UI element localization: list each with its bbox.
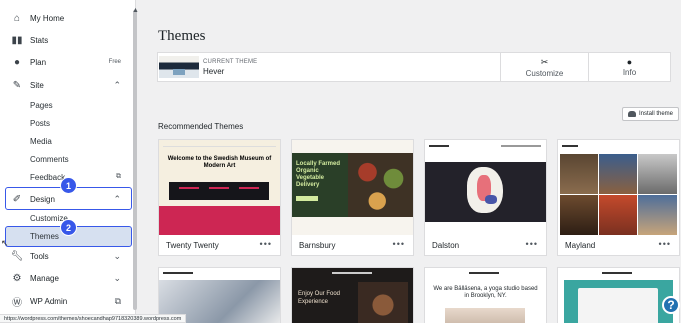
theme-name: Twenty Twenty <box>166 241 219 250</box>
info-button[interactable]: ● Info <box>588 53 670 81</box>
sidebar-item-label: Manage <box>30 273 59 283</box>
help-button[interactable]: ? <box>662 296 680 314</box>
wrench-icon: 🔧︎ <box>10 250 24 262</box>
sidebar-subitem-label: Themes <box>30 231 59 241</box>
current-theme-thumbnail <box>159 56 199 78</box>
plan-icon: ● <box>13 56 21 68</box>
status-bar-url: https://wordpress.com/themes/shoecandhap… <box>0 314 187 323</box>
more-options-icon[interactable]: ••• <box>526 239 538 249</box>
current-theme-caption: CURRENT THEME <box>203 58 258 65</box>
current-theme-bar: CURRENT THEME Hever ✂ Customize ● Info <box>157 52 671 82</box>
customize-label: Customize <box>525 68 564 78</box>
stats-icon: ▮▮ <box>11 34 23 46</box>
home-icon: ⌂ <box>13 12 21 24</box>
info-icon: ● <box>626 57 633 67</box>
pencil-icon: ✎ <box>12 79 22 91</box>
sidebar: ⌂ My Home ▮▮ Stats ● Plan Free ✎ Site ⌃ … <box>0 0 139 323</box>
sidebar-item-tools[interactable]: 🔧︎ Tools ⌄ <box>0 245 133 267</box>
theme-headline: Welcome to the Swedish Museum of Modern … <box>167 156 272 169</box>
theme-screenshot: Welcome to the Swedish Museum of Modern … <box>159 140 280 235</box>
page-title: Themes <box>158 28 206 44</box>
more-options-icon[interactable]: ••• <box>393 239 405 249</box>
sidebar-item-label: My Home <box>30 13 65 23</box>
theme-card-barnsbury[interactable]: Locally Farmed Organic Vegetable Deliver… <box>291 139 414 256</box>
sidebar-item-label: Site <box>30 80 44 90</box>
sidebar-subitem-label: Posts <box>30 118 51 128</box>
wordpress-icon: Ⓦ <box>12 297 22 309</box>
theme-name: Mayland <box>565 241 596 250</box>
info-label: Info <box>622 68 637 77</box>
cursor-icon: ↖ <box>1 238 9 248</box>
more-options-icon[interactable]: ••• <box>260 239 272 249</box>
sidebar-item-label: Tools <box>30 251 49 261</box>
upload-cloud-icon <box>628 111 636 117</box>
design-icon: ✐ <box>12 193 22 205</box>
chevron-up-icon: ⌃ <box>113 79 121 90</box>
gear-icon: ⚙ <box>12 272 22 284</box>
scrollbar-thumb[interactable] <box>133 10 137 310</box>
theme-card-mayland[interactable]: Mayland ••• <box>557 139 680 256</box>
theme-headline: Enjoy Our Food Experience <box>298 291 341 305</box>
sidebar-subitem-label: Comments <box>30 154 69 164</box>
chevron-down-icon: ⌄ <box>113 272 121 283</box>
theme-screenshot: Locally Farmed Organic Vegetable Deliver… <box>292 140 413 235</box>
sidebar-item-label: Design <box>30 194 55 204</box>
sidebar-item-label: WP Admin <box>30 296 68 306</box>
customize-button[interactable]: ✂ Customize <box>500 53 588 81</box>
external-link-icon: ⧉ <box>114 295 121 306</box>
install-theme-label: Install theme <box>639 111 674 117</box>
theme-screenshot <box>558 140 679 235</box>
sidebar-subitem-label: Pages <box>30 100 53 110</box>
sidebar-item-my-home[interactable]: ⌂ My Home <box>0 7 133 29</box>
sidebar-item-stats[interactable]: ▮▮ Stats <box>0 29 133 51</box>
sidebar-item-wp-admin[interactable]: Ⓦ WP Admin ⧉ <box>0 290 133 312</box>
sidebar-item-label: Plan <box>30 57 47 67</box>
more-options-icon[interactable]: ••• <box>659 239 671 249</box>
step-badge-1: 1 <box>60 177 77 194</box>
sidebar-item-plan[interactable]: ● Plan Free <box>0 51 133 73</box>
theme-card-twenty-twenty[interactable]: Welcome to the Swedish Museum of Modern … <box>158 139 281 256</box>
current-theme-name: Hever <box>203 66 225 76</box>
theme-card-row2-2[interactable]: Enjoy Our Food Experience <box>291 267 414 323</box>
sidebar-subitem-posts[interactable]: Posts <box>0 114 133 132</box>
main-content: Themes CURRENT THEME Hever ✂ Customize ●… <box>138 0 681 323</box>
sidebar-subitem-media[interactable]: Media <box>0 132 133 150</box>
sidebar-subitem-pages[interactable]: Pages <box>0 96 133 114</box>
chevron-down-icon: ⌄ <box>113 250 121 261</box>
theme-screenshot <box>425 140 546 235</box>
sidebar-item-manage[interactable]: ⚙ Manage ⌄ <box>0 267 133 289</box>
install-theme-button[interactable]: Install theme <box>622 107 680 121</box>
sidebar-item-site[interactable]: ✎ Site ⌃ <box>0 74 133 96</box>
theme-card-row2-4[interactable] <box>557 267 680 323</box>
step-badge-2: 2 <box>60 219 77 236</box>
theme-headline: We are Bälläsena, a yoga studio based in… <box>433 286 538 299</box>
chevron-up-icon: ⌃ <box>113 193 121 204</box>
section-title: Recommended Themes <box>158 122 244 131</box>
sidebar-subitem-comments[interactable]: Comments <box>0 150 133 168</box>
sidebar-subitem-label: Feedback <box>30 172 66 182</box>
plan-badge: Free <box>108 59 121 65</box>
tools-icon: ✂ <box>540 56 549 67</box>
theme-card-dalston[interactable]: Dalston ••• <box>424 139 547 256</box>
theme-name: Barnsbury <box>299 241 336 250</box>
theme-card-row2-3[interactable]: We are Bälläsena, a yoga studio based in… <box>424 267 547 323</box>
sidebar-subitem-label: Media <box>30 136 52 146</box>
sidebar-item-label: Stats <box>30 35 49 45</box>
theme-headline: Locally Farmed Organic Vegetable Deliver… <box>296 161 341 188</box>
theme-name: Dalston <box>432 241 460 250</box>
external-link-icon: ⧉ <box>116 173 121 180</box>
